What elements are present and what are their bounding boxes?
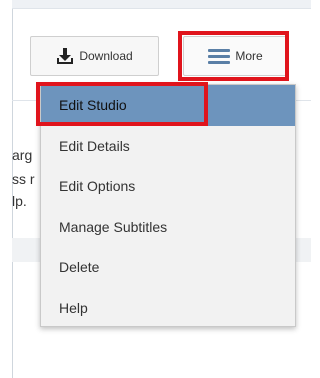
download-label: Download	[79, 49, 133, 63]
top-band	[12, 0, 311, 9]
more-dropdown-menu: Edit Studio Edit Details Edit Options Ma…	[40, 84, 296, 327]
download-button[interactable]: Download	[30, 36, 159, 76]
hamburger-icon	[208, 48, 231, 64]
more-label: More	[235, 49, 263, 63]
menu-item-help[interactable]: Help	[41, 288, 295, 329]
menu-item-delete[interactable]: Delete	[41, 247, 295, 288]
background-text-line-3: lp.	[12, 193, 27, 209]
menu-item-edit-details[interactable]: Edit Details	[41, 126, 295, 167]
background-text-line-2: ss r	[12, 171, 35, 187]
more-button[interactable]: More	[183, 36, 288, 76]
background-text-line-1: arg	[12, 147, 33, 163]
menu-item-edit-options[interactable]: Edit Options	[41, 166, 295, 207]
download-icon	[56, 47, 74, 65]
menu-item-edit-studio[interactable]: Edit Studio	[41, 85, 295, 126]
menu-item-manage-subtitles[interactable]: Manage Subtitles	[41, 207, 295, 248]
left-margin	[0, 0, 12, 378]
